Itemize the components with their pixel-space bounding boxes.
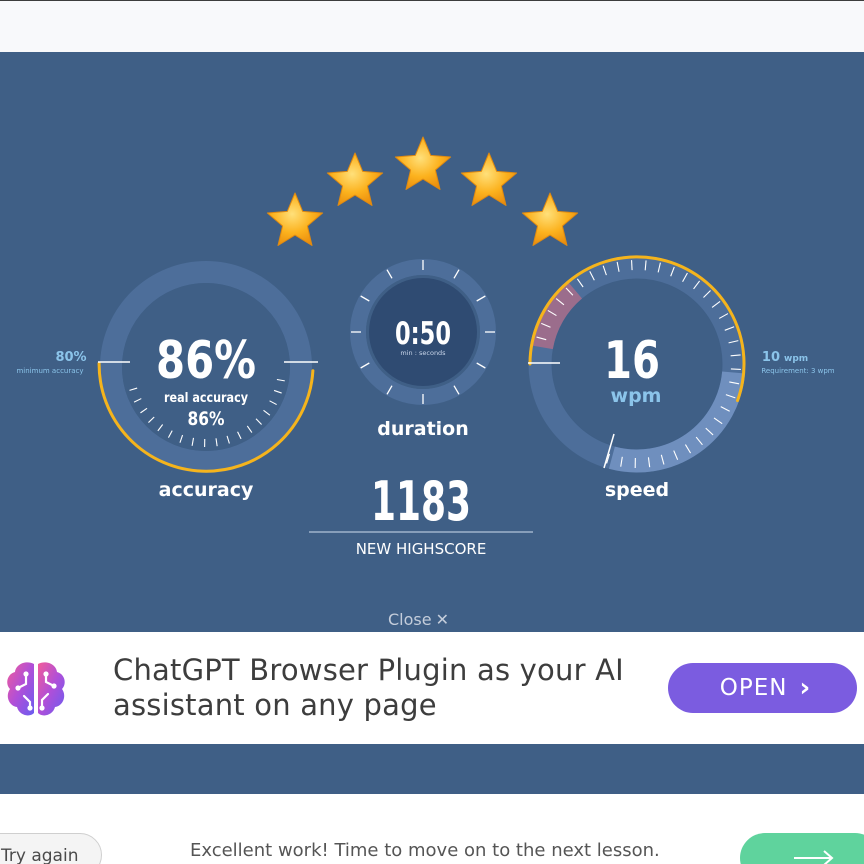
speed-caption: speed [605,479,669,501]
arrow-right-icon [794,850,834,864]
duration-caption: duration [377,418,469,440]
speed-tick [730,368,741,370]
new-highscore-label: NEW HIGHSCORE [356,540,487,558]
star-icon [266,192,324,246]
chevron-right-icon: › [799,673,812,703]
speed-value: 16 [604,331,660,391]
ad-open-label: OPEN [719,675,788,701]
close-x-icon: ✕ [435,610,449,629]
highscore: 1183 NEW HIGHSCORE [309,470,533,558]
duration-value: 0:50 [395,316,451,352]
brain-icon [7,662,65,716]
speed-requirement-unit: wpm [784,354,808,364]
try-again-button[interactable]: Try again [0,833,102,864]
close-button[interactable]: Close ✕ [388,610,449,629]
star-icon [521,192,579,246]
accuracy-gauge: 86% real accuracy 86% accuracy 80% minim… [16,261,318,501]
ad-open-button[interactable]: OPEN › [668,663,857,713]
next-lesson-button[interactable] [740,833,864,864]
duration-unit-label: min : seconds [400,349,446,357]
minimum-accuracy-label: minimum accuracy [16,367,83,375]
minimum-accuracy-value: 80% [55,350,86,365]
speed-requirement-value: 10 [762,350,780,365]
score-value: 1183 [371,470,471,533]
speed-requirement-label: Requirement: 3 wpm [761,367,834,375]
close-label: Close [388,610,432,629]
real-accuracy-label: real accuracy [164,391,248,406]
try-again-label: Try again [1,846,79,864]
accuracy-caption: accuracy [159,479,254,501]
ad-text: ChatGPT Browser Plugin as your AI assist… [113,653,624,722]
star-rating [266,136,579,246]
real-accuracy-value: 86% [188,408,225,430]
result-message: Excellent work! Time to move on to the n… [190,840,660,861]
accuracy-value: 86% [156,331,256,391]
star-icon [394,136,452,190]
speed-gauge: 16 wpm speed 10 wpm Requirement: 3 wpm [528,255,835,501]
star-icon [326,152,384,206]
star-icon [460,152,518,206]
speed-unit: wpm [611,385,662,407]
duration-gauge: 0:50 min : seconds duration [350,259,496,440]
speed-tick [631,260,633,271]
